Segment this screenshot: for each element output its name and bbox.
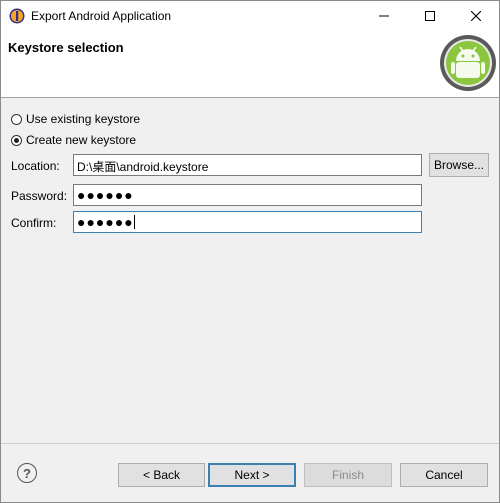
app-icon <box>9 8 25 24</box>
cancel-button[interactable]: Cancel <box>400 463 488 487</box>
window-title: Export Android Application <box>31 9 172 23</box>
footer-divider <box>1 443 499 444</box>
location-input[interactable]: D:\桌面\android.keystore <box>73 154 422 176</box>
maximize-icon <box>425 11 435 21</box>
create-new-radio[interactable] <box>11 134 22 146</box>
location-label: Location: <box>11 159 60 173</box>
close-button[interactable] <box>453 1 499 31</box>
confirm-input[interactable]: ●●●●●● <box>73 211 422 233</box>
use-existing-label: Use existing keystore <box>26 112 141 126</box>
password-label: Password: <box>11 189 68 203</box>
finish-button[interactable]: Finish <box>304 463 392 487</box>
location-value: D:\桌面\android.keystore <box>77 160 209 174</box>
back-button[interactable]: < Back <box>118 463 205 487</box>
password-input[interactable]: ●●●●●● <box>73 184 422 206</box>
maximize-button[interactable] <box>407 1 453 31</box>
close-icon <box>471 11 481 21</box>
confirm-label: Confirm: <box>11 216 57 230</box>
create-new-keystore-option[interactable]: Create new keystore <box>11 133 136 147</box>
confirm-mask: ●●●●●● <box>77 214 134 230</box>
text-caret <box>133 215 135 229</box>
android-logo <box>440 35 496 91</box>
use-existing-keystore-option[interactable]: Use existing keystore <box>11 112 140 126</box>
create-new-label: Create new keystore <box>26 133 137 147</box>
page-title: Keystore selection <box>8 40 124 55</box>
use-existing-radio[interactable] <box>11 113 22 125</box>
title-bar: Export Android Application <box>1 1 499 31</box>
next-button[interactable]: Next > <box>208 463 296 487</box>
help-icon[interactable]: ? <box>17 463 37 483</box>
wizard-header: Keystore selection <box>1 31 499 98</box>
export-wizard-window: Export Android Application Keystore sele… <box>0 0 500 503</box>
minimize-icon <box>379 15 389 17</box>
minimize-button[interactable] <box>361 1 407 31</box>
password-mask: ●●●●●● <box>77 187 134 203</box>
browse-button[interactable]: Browse... <box>429 153 489 177</box>
